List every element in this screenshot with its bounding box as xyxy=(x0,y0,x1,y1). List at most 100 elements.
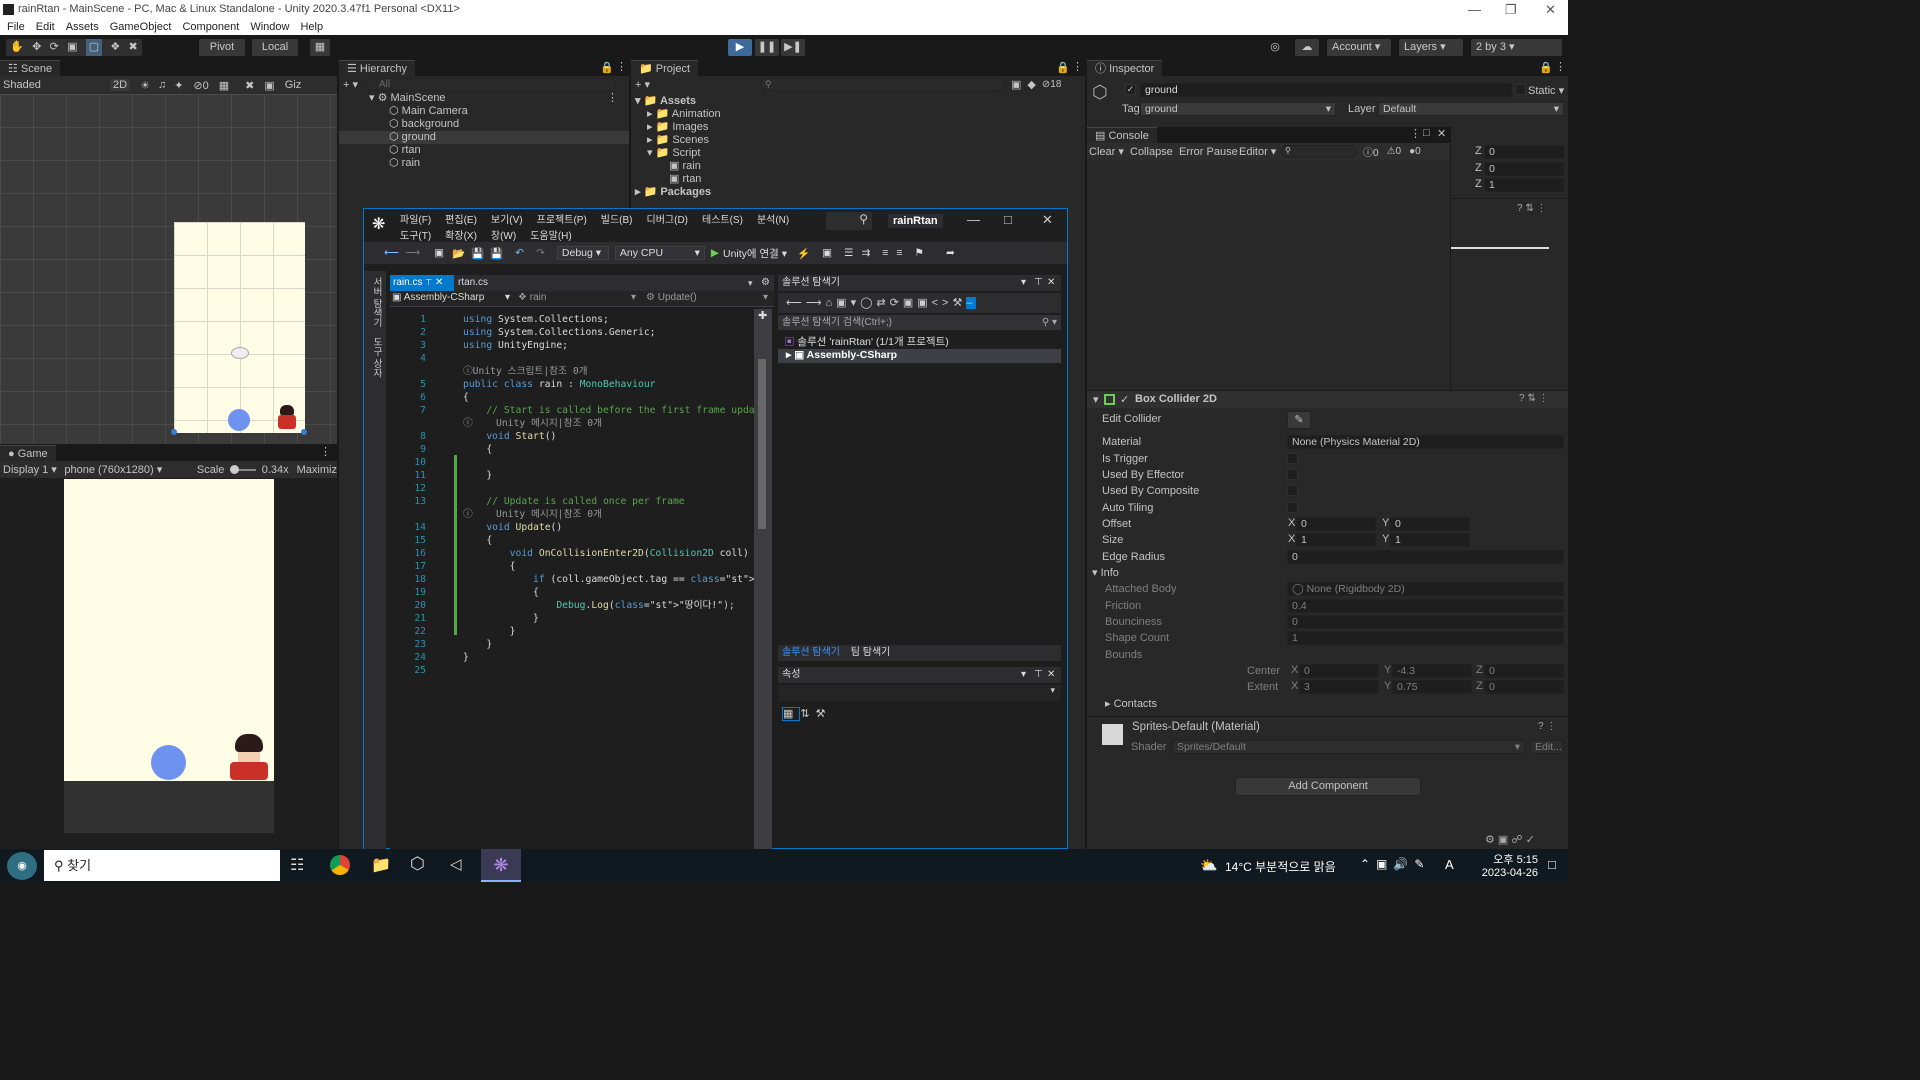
window-position-icon[interactable]: ▾ xyxy=(1021,667,1026,683)
static-checkbox[interactable] xyxy=(1515,84,1526,95)
tools-icon[interactable]: ✖ xyxy=(245,79,254,92)
undo-icon[interactable]: ↶ xyxy=(515,247,524,259)
error-count[interactable]: ●0 xyxy=(1409,146,1421,157)
taskbar-search[interactable]: ⚲ 찾기 xyxy=(44,850,280,881)
chrome-icon[interactable] xyxy=(330,855,350,875)
menu-window[interactable]: Window xyxy=(250,19,289,35)
code-line[interactable]: using System.Collections; xyxy=(463,313,609,326)
layout-dropdown[interactable]: 2 by 3 ▾ xyxy=(1471,39,1562,56)
hierarchy-item-selected[interactable]: ⬡ ground xyxy=(339,131,629,144)
code-line[interactable]: { xyxy=(463,391,469,404)
tag-dropdown[interactable]: ground ▾ xyxy=(1140,102,1336,116)
solution-search-input[interactable]: 솔루션 탐색기 검색(Ctrl+;) ⚲ ▾ xyxy=(778,315,1061,330)
menu-help[interactable]: Help xyxy=(300,19,323,35)
vs-menu-analyze[interactable]: 분석(N) xyxy=(757,211,789,226)
save-all-icon[interactable]: 💾 xyxy=(490,247,503,260)
code-editor[interactable]: 1 using System.Collections; 2 using System.… xyxy=(390,309,754,849)
split-editor-icon[interactable]: ✚ xyxy=(758,309,770,322)
create-asset-button[interactable]: + ▾ xyxy=(635,78,650,91)
open-icon[interactable]: 📂 xyxy=(452,247,465,260)
code-line[interactable]: ⓘ Unity 메시지|참조 0개 xyxy=(463,508,602,521)
unity-hub-icon[interactable]: ⬡ xyxy=(410,854,425,874)
shader-edit-button[interactable]: Edit... xyxy=(1530,740,1564,754)
gizmos-dropdown[interactable]: Giz xyxy=(285,79,302,91)
solution-explorer-toolbar[interactable]: ⟵⟶⌂▣▾◯⇄⟳▣▣<>⚒– xyxy=(778,293,1061,313)
folder-item[interactable]: ▸ 📁 Scenes xyxy=(647,134,709,147)
bookmark-icon[interactable]: ⚑ xyxy=(915,247,924,259)
step-button[interactable]: ▶❚ xyxy=(781,39,805,56)
maximize-icon[interactable]: □ xyxy=(1423,127,1430,139)
rtan-sprite[interactable] xyxy=(278,405,296,429)
config-dropdown[interactable]: Debug ▾ xyxy=(556,246,609,260)
close-icon[interactable]: ✕ xyxy=(1047,667,1055,683)
folder-item[interactable]: ▸ 📁 Images xyxy=(647,121,708,134)
position-z-field[interactable]: 0 xyxy=(1484,145,1564,159)
hierarchy-item[interactable]: ⬡ Main Camera xyxy=(389,105,468,118)
notifications-icon[interactable]: □ xyxy=(1548,857,1556,872)
uncomment-icon[interactable]: ≡ xyxy=(896,247,902,259)
hierarchy-search-input[interactable]: All xyxy=(366,78,617,91)
move-tool-icon[interactable]: ✥ xyxy=(32,39,41,56)
layers-dropdown[interactable]: Layers ▾ xyxy=(1399,39,1463,56)
close-icon[interactable]: ✕ xyxy=(1047,275,1055,291)
hierarchy-item[interactable]: ⬡ rain xyxy=(389,157,420,170)
vs-menu-debug[interactable]: 디버그(D) xyxy=(647,211,688,226)
tab-console[interactable]: ▤ Console xyxy=(1087,127,1157,143)
code-line[interactable]: } xyxy=(463,638,492,651)
local-button[interactable]: Local xyxy=(252,39,298,56)
vs-menu-tools[interactable]: 도구(T) xyxy=(400,227,431,242)
menu-file[interactable]: File xyxy=(7,19,25,35)
menu-gameobject[interactable]: GameObject xyxy=(110,19,172,35)
format-icon[interactable]: ☰ xyxy=(844,247,853,259)
object-name-input[interactable]: ground xyxy=(1140,83,1512,97)
hidden-packages-count[interactable]: ⊘18 xyxy=(1042,79,1062,90)
code-line[interactable]: ⓘUnity 스크립트|참조 0개 xyxy=(463,365,588,378)
lock-icon[interactable]: 🔒 xyxy=(600,61,614,74)
camera-icon[interactable]: ▣ xyxy=(264,79,274,92)
comment-icon[interactable]: ≡ xyxy=(882,247,888,259)
code-line[interactable]: void Update() xyxy=(463,521,562,534)
tab-scene[interactable]: ☷ Scene xyxy=(0,60,61,76)
game-view[interactable] xyxy=(64,479,274,781)
custom-tool-icon[interactable]: ✖ xyxy=(129,39,138,56)
system-tray-icons[interactable]: ⌃▣🔊✎ xyxy=(1360,857,1430,871)
nav-class-dropdown[interactable]: ❖ rain ▾ xyxy=(518,292,638,303)
vs-menu-extensions[interactable]: 확장(X) xyxy=(445,227,477,242)
save-icon[interactable]: 💾 xyxy=(471,247,484,260)
task-view-icon[interactable]: ☷ xyxy=(290,855,304,875)
panel-menu-icon[interactable]: ⋮ xyxy=(1072,60,1083,73)
edge-radius-field[interactable]: 0 xyxy=(1287,550,1564,564)
rotation-z-field[interactable]: 0 xyxy=(1484,162,1564,176)
editor-vertical-scrollbar[interactable] xyxy=(754,309,772,849)
rect-handle[interactable] xyxy=(301,429,307,435)
rect-tool-icon[interactable]: ▢ xyxy=(85,39,103,56)
collab-icon[interactable]: ◎ xyxy=(1264,39,1286,56)
scale-tool-icon[interactable]: ▣ xyxy=(67,39,77,56)
tab-inspector[interactable]: ⓘ Inspector xyxy=(1087,60,1163,76)
add-object-button[interactable]: + ▾ xyxy=(343,78,358,91)
solution-node[interactable]: ▣ 솔루션 'rainRtan' (1/1개 프로젝트) xyxy=(784,334,949,349)
edit-collider-button[interactable]: ✎ xyxy=(1287,411,1311,429)
server-explorer-tab[interactable]: 서버 탐색기 xyxy=(369,277,383,327)
play-button[interactable]: ▶ xyxy=(728,39,752,56)
ime-indicator[interactable]: A xyxy=(1445,857,1454,872)
menu-edit[interactable]: Edit xyxy=(36,19,55,35)
shading-dropdown[interactable]: Shaded xyxy=(3,79,98,91)
settings-gear-icon[interactable]: ⚙ xyxy=(761,275,770,291)
properties-toolbar[interactable]: ▦⇅⚒ xyxy=(782,707,831,721)
file-explorer-icon[interactable]: 📁 xyxy=(371,855,391,875)
indent-icon[interactable]: ⇉ xyxy=(861,247,870,259)
display-dropdown[interactable]: Display 1 ▾ xyxy=(0,463,60,476)
rotate-tool-icon[interactable]: ⟳ xyxy=(50,39,59,56)
back-icon[interactable]: ⟵ xyxy=(384,247,399,259)
static-dropdown[interactable]: Static ▾ xyxy=(1528,84,1564,97)
close-icon[interactable]: ✕ xyxy=(1437,127,1446,140)
code-line[interactable]: if (coll.gameObject.tag == class="st">"g… xyxy=(463,573,754,586)
redo-icon[interactable]: ↷ xyxy=(536,247,545,259)
menu-assets[interactable]: Assets xyxy=(66,19,99,35)
tab-list-icon[interactable]: ▾ xyxy=(748,275,753,291)
add-component-button[interactable]: Add Component xyxy=(1235,777,1421,796)
code-line[interactable]: // Start is called before the first fram… xyxy=(463,404,754,417)
effects-icon[interactable]: ✦ xyxy=(174,79,183,92)
tab-rain-cs[interactable]: rain.cs ⊤ ✕ xyxy=(390,275,454,291)
